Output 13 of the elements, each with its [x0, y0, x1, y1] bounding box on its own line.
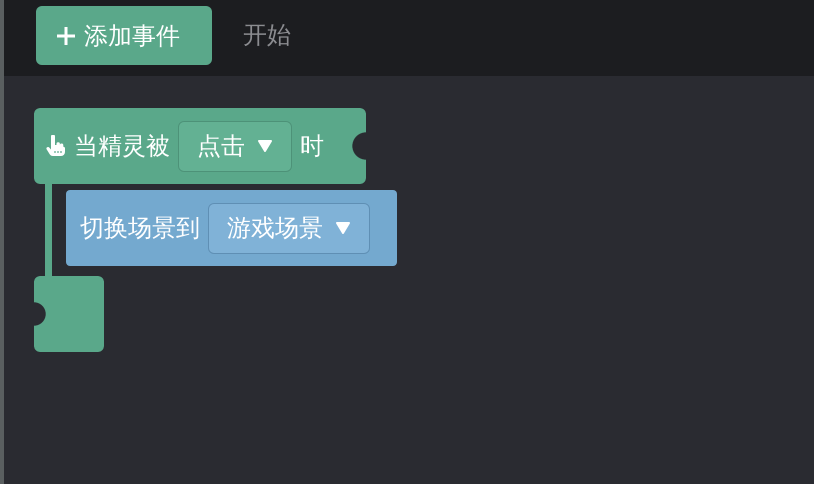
- scene-dropdown[interactable]: 游戏场景: [208, 202, 370, 254]
- dropdown-arrow-icon: [257, 139, 273, 153]
- hand-pointer-icon: [46, 135, 66, 157]
- action-block[interactable]: 切换场景到 游戏场景: [66, 190, 397, 266]
- add-event-button[interactable]: 添加事件: [36, 6, 212, 65]
- event-block[interactable]: 当精灵被 点击 时: [34, 108, 366, 184]
- block-text: 时: [300, 131, 324, 162]
- start-label: 开始: [243, 20, 291, 51]
- block-text: 切换场景到: [80, 213, 200, 244]
- plus-icon: [56, 26, 76, 46]
- dropdown-arrow-icon: [335, 221, 351, 235]
- trigger-dropdown[interactable]: 点击: [178, 120, 292, 172]
- block-text: 当精灵被: [74, 131, 170, 162]
